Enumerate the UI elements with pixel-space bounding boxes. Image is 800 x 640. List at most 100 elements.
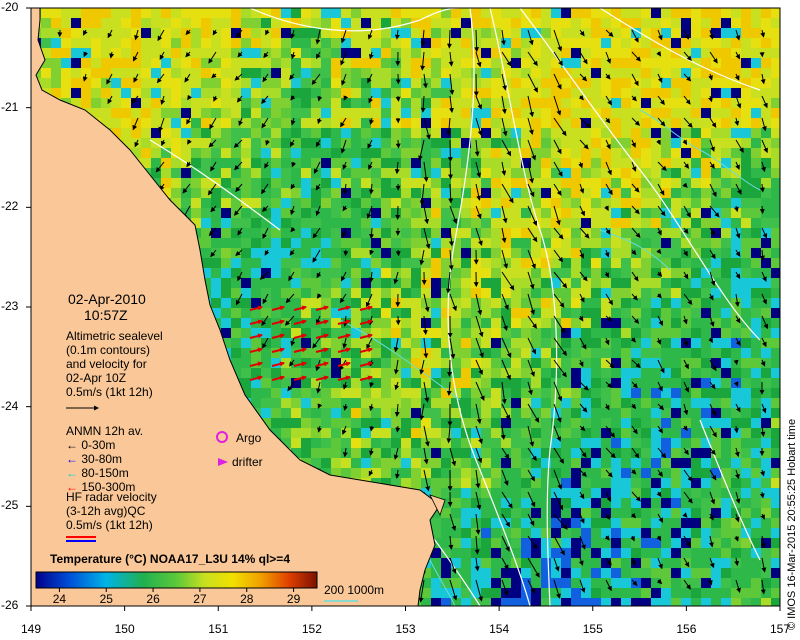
sst-cell bbox=[191, 128, 201, 138]
sst-cell bbox=[311, 58, 321, 68]
sst-cell bbox=[491, 168, 501, 178]
sst-cell bbox=[641, 468, 651, 478]
sst-cell bbox=[661, 418, 671, 428]
sst-cell bbox=[191, 68, 201, 78]
sst-cell bbox=[451, 118, 461, 128]
sst-cell bbox=[391, 28, 401, 38]
sst-cell bbox=[451, 498, 461, 508]
sst-cell bbox=[451, 198, 461, 208]
sst-cell bbox=[741, 568, 751, 578]
sst-cell bbox=[451, 538, 461, 548]
sst-cell bbox=[271, 188, 281, 198]
sst-cell bbox=[461, 128, 471, 138]
sst-cell bbox=[541, 358, 551, 368]
sst-cell bbox=[501, 548, 511, 558]
sst-cell bbox=[541, 548, 551, 558]
sst-cell bbox=[51, 58, 61, 68]
sst-cell bbox=[491, 238, 501, 248]
sst-cell bbox=[181, 148, 191, 158]
sst-cell bbox=[671, 8, 681, 18]
sst-cell bbox=[241, 148, 251, 158]
sst-cell bbox=[761, 508, 771, 518]
sst-cell bbox=[651, 18, 661, 28]
sst-cell bbox=[461, 408, 471, 418]
sst-cell bbox=[591, 388, 601, 398]
sst-cell bbox=[491, 278, 501, 288]
sst-cell bbox=[751, 348, 761, 358]
sst-cell bbox=[321, 78, 331, 88]
sst-cell bbox=[161, 48, 171, 58]
sst-cell bbox=[491, 458, 501, 468]
sst-cell bbox=[151, 118, 161, 128]
sst-cell bbox=[661, 528, 671, 538]
sst-cell bbox=[531, 418, 541, 428]
sst-cell bbox=[291, 398, 301, 408]
sst-cell bbox=[751, 488, 761, 498]
sst-cell bbox=[641, 358, 651, 368]
sst-cell bbox=[601, 148, 611, 158]
sst-cell bbox=[391, 388, 401, 398]
sst-cell bbox=[731, 338, 741, 348]
sst-cell bbox=[761, 128, 771, 138]
sst-cell bbox=[551, 198, 561, 208]
sst-cell bbox=[191, 118, 201, 128]
sst-cell bbox=[451, 318, 461, 328]
sst-cell bbox=[301, 278, 311, 288]
sst-cell bbox=[611, 178, 621, 188]
sst-cell bbox=[631, 578, 641, 588]
sst-cell bbox=[301, 238, 311, 248]
sst-cell bbox=[451, 488, 461, 498]
sst-cell bbox=[691, 498, 701, 508]
sst-cell bbox=[281, 328, 291, 338]
sst-cell bbox=[691, 68, 701, 78]
sst-cell bbox=[171, 108, 181, 118]
sst-cell bbox=[671, 358, 681, 368]
sst-cell bbox=[441, 98, 451, 108]
sst-cell bbox=[741, 88, 751, 98]
sst-cell bbox=[701, 378, 711, 388]
sst-cell bbox=[331, 428, 341, 438]
sst-cell bbox=[591, 568, 601, 578]
sst-cell bbox=[391, 238, 401, 248]
sst-cell bbox=[681, 488, 691, 498]
sst-cell bbox=[431, 308, 441, 318]
sst-cell bbox=[171, 138, 181, 148]
sst-cell bbox=[491, 328, 501, 338]
sst-cell bbox=[71, 8, 81, 18]
sst-cell bbox=[701, 108, 711, 118]
sst-cell bbox=[611, 308, 621, 318]
sst-cell bbox=[441, 538, 451, 548]
sst-cell bbox=[591, 528, 601, 538]
sst-cell bbox=[391, 208, 401, 218]
sst-cell bbox=[751, 368, 761, 378]
sst-cell bbox=[211, 218, 221, 228]
sst-cell bbox=[431, 48, 441, 58]
sst-cell bbox=[671, 418, 681, 428]
sst-cell bbox=[411, 38, 421, 48]
sst-cell bbox=[751, 248, 761, 258]
sst-cell bbox=[381, 168, 391, 178]
sst-cell bbox=[511, 368, 521, 378]
sst-cell bbox=[481, 398, 491, 408]
sst-cell bbox=[141, 28, 151, 38]
sst-cell bbox=[71, 38, 81, 48]
sst-cell bbox=[581, 18, 591, 28]
sst-cell bbox=[751, 318, 761, 328]
sst-cell bbox=[571, 308, 581, 318]
sst-cell bbox=[421, 338, 431, 348]
sst-cell bbox=[481, 308, 491, 318]
sst-cell bbox=[691, 228, 701, 238]
sst-cell bbox=[571, 148, 581, 158]
sst-cell bbox=[261, 88, 271, 98]
sst-cell bbox=[571, 328, 581, 338]
sst-cell bbox=[461, 498, 471, 508]
sst-cell bbox=[101, 18, 111, 28]
sst-cell bbox=[761, 588, 771, 598]
sst-cell bbox=[461, 378, 471, 388]
sst-cell bbox=[561, 118, 571, 128]
sst-cell bbox=[481, 268, 491, 278]
sst-cell bbox=[411, 108, 421, 118]
sst-cell bbox=[121, 68, 131, 78]
sst-cell bbox=[371, 468, 381, 478]
sst-cell bbox=[571, 248, 581, 258]
